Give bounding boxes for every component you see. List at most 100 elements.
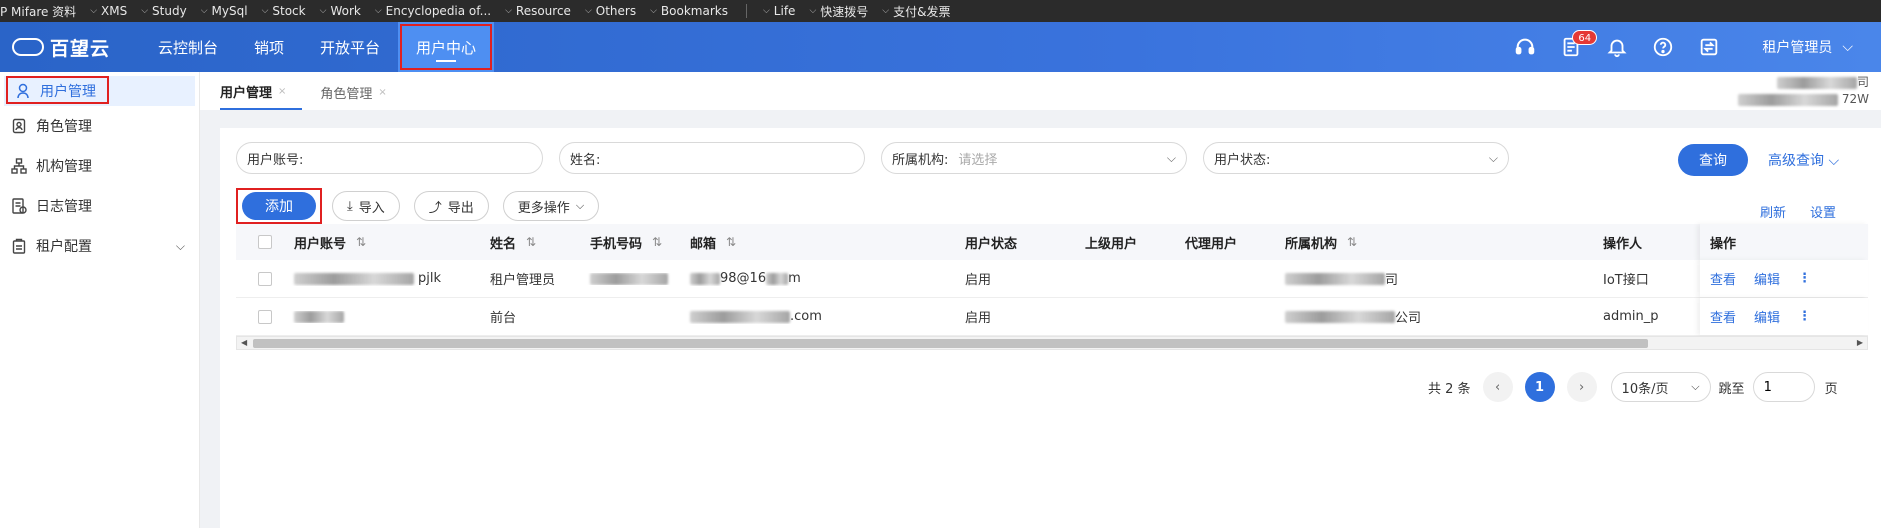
page-size-select[interactable]: 10条/页 ⌵ (1610, 372, 1711, 402)
close-icon[interactable]: × (378, 87, 386, 98)
edit-link[interactable]: 编辑 (1754, 307, 1780, 326)
edit-link[interactable]: 编辑 (1754, 269, 1780, 288)
chevron-down-icon[interactable]: ⌵ (176, 239, 185, 254)
cell-email-tail: .com (790, 309, 822, 324)
redacted-text (1285, 310, 1395, 323)
more-vertical-icon[interactable]: ⋮ (1798, 309, 1811, 324)
nav-cloud-console[interactable]: 云控制台 (140, 22, 236, 72)
bookmark-stock[interactable]: ⌵ Stock (256, 4, 314, 18)
sidebar-item-label: 日志管理 (36, 199, 92, 215)
bookmark-xms[interactable]: ⌵ XMS (84, 4, 135, 18)
advanced-query-label: 高级查询 (1768, 153, 1824, 169)
col-org[interactable]: 所属机构 ⇅ (1277, 233, 1595, 252)
org-filter-placeholder: 请选择 (958, 152, 998, 168)
bookmark-others[interactable]: ⌵ Others (579, 4, 644, 18)
name-filter-field[interactable]: 姓名: (559, 142, 865, 174)
headset-icon[interactable] (1502, 22, 1548, 72)
help-icon[interactable] (1640, 22, 1686, 72)
goto-page-input[interactable] (1752, 372, 1815, 402)
bell-icon[interactable] (1594, 22, 1640, 72)
cell-org: 司 (1277, 269, 1595, 288)
bookmark-study[interactable]: ⌵ Study (135, 4, 194, 18)
next-page-icon[interactable]: › (1566, 372, 1597, 402)
bookmark-divider (745, 4, 747, 18)
col-phone[interactable]: 手机号码 ⇅ (582, 233, 682, 252)
cell-email-tail: m (788, 271, 801, 286)
bookmark-life[interactable]: ⌵ Life (757, 4, 803, 18)
more-vertical-icon[interactable]: ⋮ (1798, 271, 1811, 286)
more-actions-button[interactable]: 更多操作 ⌵ (502, 191, 600, 221)
redacted-text (294, 272, 414, 285)
tab-user-management[interactable]: 用户管理 × (220, 74, 303, 110)
sort-icon[interactable]: ⇅ (652, 235, 662, 249)
col-name[interactable]: 姓名 ⇅ (482, 233, 582, 252)
add-button[interactable]: 添加 (242, 192, 316, 220)
bookmark-label: MySql (211, 4, 248, 18)
select-all-cell (236, 235, 286, 249)
import-button[interactable]: ⤓ 导入 (332, 191, 400, 221)
row-checkbox[interactable] (258, 309, 272, 324)
sidebar-item-org-management[interactable]: 机构管理 (0, 146, 199, 186)
bookmark-bookmarks[interactable]: ⌵ Bookmarks (644, 4, 736, 18)
nav-user-center[interactable]: 用户中心 (398, 22, 495, 72)
select-all-checkbox[interactable] (258, 235, 272, 249)
sort-icon[interactable]: ⇅ (1347, 235, 1357, 249)
status-filter-select[interactable]: 用户状态: ⌵ (1203, 142, 1509, 174)
user-menu[interactable]: 租户管理员 ⌵ (1732, 37, 1881, 57)
scroll-left-icon[interactable]: ◀ (241, 337, 247, 349)
export-label: 导出 (447, 200, 474, 216)
page-suffix: 页 (1824, 381, 1838, 397)
view-link[interactable]: 查看 (1710, 307, 1736, 326)
chevron-down-icon: ⌵ (1166, 150, 1176, 165)
sort-icon[interactable]: ⇅ (526, 235, 536, 249)
chevron-down-icon: ⌵ (261, 6, 269, 16)
query-button[interactable]: 查询 (1678, 144, 1748, 176)
bookmark-mifare[interactable]: P Mifare 资料 (0, 3, 84, 20)
col-proxy-label: 代理用户 (1185, 236, 1238, 252)
scroll-right-icon[interactable]: ▶ (1857, 337, 1863, 349)
bookmark-label: 支付&发票 (893, 4, 951, 19)
col-email[interactable]: 邮箱 ⇅ (682, 233, 957, 252)
org-filter-select[interactable]: 所属机构: 请选择 ⌵ (881, 142, 1187, 174)
export-button[interactable]: ⤴ 导出 (413, 191, 489, 221)
redacted-text (766, 272, 789, 285)
horizontal-scrollbar[interactable]: ◀ ▶ (236, 336, 1868, 350)
sort-icon[interactable]: ⇅ (356, 235, 366, 249)
view-link[interactable]: 查看 (1710, 269, 1736, 288)
settings-link[interactable]: 设置 (1810, 202, 1836, 221)
scrollbar-thumb[interactable] (253, 339, 1648, 348)
chevron-down-icon: ⌵ (200, 6, 208, 16)
tab-role-management[interactable]: 角色管理 × (320, 74, 402, 110)
chevron-down-icon: ⌵ (882, 6, 890, 16)
cell-name: 前台 (490, 311, 517, 326)
bookmark-work[interactable]: ⌵ Work (314, 4, 369, 18)
sidebar-item-user-management[interactable]: 用户管理 (4, 76, 195, 106)
user-name: 租户管理员 (1762, 40, 1833, 56)
bookmark-mysql[interactable]: ⌵ MySql (195, 4, 256, 18)
page-number[interactable]: 1 (1524, 372, 1555, 402)
sidebar-item-role-management[interactable]: 角色管理 (0, 106, 199, 146)
account-filter-field[interactable]: 用户账号: (236, 142, 543, 174)
bookmark-label: P Mifare 资料 (0, 4, 77, 19)
header-tools: 64 租户管理员 ⌵ (1502, 22, 1881, 72)
bookmark-encyclopedia[interactable]: ⌵ Encyclopedia of... (369, 4, 499, 18)
sidebar-item-log-management[interactable]: 日志管理 (0, 186, 199, 226)
bookmark-payment[interactable]: ⌵ 支付&发票 (876, 3, 958, 20)
nav-open-platform[interactable]: 开放平台 (302, 22, 398, 72)
sidebar-item-tenant-config[interactable]: 租户配置 ⌵ (0, 226, 199, 266)
col-account[interactable]: 用户账号 ⇅ (286, 233, 482, 252)
nav-sales[interactable]: 销项 (236, 22, 302, 72)
document-icon[interactable]: 64 (1548, 22, 1598, 72)
user-table: 用户账号 ⇅ 姓名 ⇅ 手机号码 ⇅ 邮箱 ⇅ 用户状态 上级用户 代理用户 所属机构 ⇅… (236, 224, 1868, 336)
bookmark-resource[interactable]: ⌵ Resource (499, 4, 579, 18)
cell-phone (582, 272, 682, 285)
refresh-link[interactable]: 刷新 (1760, 202, 1786, 221)
close-icon[interactable]: × (278, 86, 286, 97)
sort-icon[interactable]: ⇅ (726, 235, 736, 249)
logo[interactable]: 百望云 (0, 34, 130, 61)
row-checkbox[interactable] (258, 271, 272, 286)
bookmark-speed-dial[interactable]: ⌵ 快速拨号 (803, 3, 876, 20)
switch-icon[interactable] (1686, 22, 1732, 72)
prev-page-icon[interactable]: ‹ (1482, 372, 1513, 402)
advanced-query-link[interactable]: 高级查询 ⌵ (1768, 150, 1839, 170)
